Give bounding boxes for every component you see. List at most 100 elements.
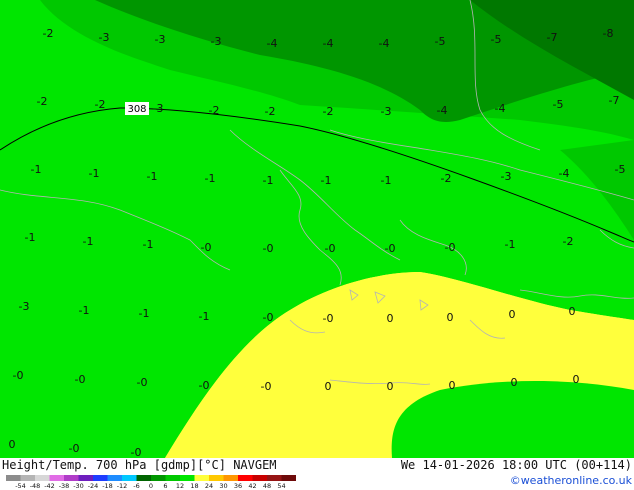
map-footer: Height/Temp. 700 hPa [gdmp][°C] NAVGEM W… — [0, 458, 634, 490]
color-scale-tick-label: -48 — [30, 482, 41, 489]
temperature-label: -0 — [137, 376, 148, 389]
color-scale-swatch — [267, 475, 282, 481]
color-scale-swatch — [223, 475, 239, 481]
temperature-label: 0 — [511, 376, 518, 389]
temperature-label: -2 — [323, 105, 334, 118]
temperature-label: -3 — [211, 35, 222, 48]
temperature-label: 0 — [9, 438, 16, 451]
color-scale-tick-label: -24 — [88, 482, 99, 489]
temperature-label: -3 — [501, 170, 512, 183]
color-scale-ticks: -54 -48 -42 -38 -30 -24 -18 -12 -6 0 6 12 18 24 30 36 42… — [15, 482, 285, 489]
color-scale-swatches — [6, 475, 296, 481]
color-scale-tick-label: 0 — [149, 482, 153, 489]
temperature-label: -0 — [131, 446, 142, 458]
temperature-label: -1 — [147, 170, 158, 183]
temperature-label: 0 — [569, 305, 576, 318]
color-scale-tick-label: 30 — [219, 482, 227, 489]
temperature-label: -7 — [547, 31, 558, 44]
temperature-label: -4 — [379, 37, 390, 50]
temperature-label: -4 — [559, 167, 570, 180]
color-scale-tick-label: -38 — [59, 482, 70, 489]
temperature-map: 308 -2 -3 -3 -3 -4 -4 -4 -5 -5 -7 -8 -2 -2 -3 -2 -2 -2 -3… — [0, 0, 634, 458]
color-scale-swatch — [20, 475, 36, 481]
weather-map-screen: 308 -2 -3 -3 -3 -4 -4 -4 -5 -5 -7 -8 -2 -2 -3 -2 -2 -2 -3… — [0, 0, 634, 490]
color-scale-tick-label: -12 — [117, 482, 128, 489]
temperature-label: -1 — [505, 238, 516, 251]
credit-link[interactable]: ©weatheronline.co.uk — [510, 474, 632, 487]
map-title: Height/Temp. 700 hPa [gdmp][°C] NAVGEM — [2, 458, 277, 472]
temperature-label: -1 — [321, 174, 332, 187]
color-scale-tick-label: 54 — [277, 482, 285, 489]
color-scale-tick-label: -54 — [15, 482, 26, 489]
color-scale-swatch — [107, 475, 123, 481]
color-scale-swatch — [136, 475, 152, 481]
color-scale-swatch — [238, 475, 253, 481]
temperature-label: -2 — [37, 95, 48, 108]
temperature-label: -0 — [325, 242, 336, 255]
color-scale-swatch — [78, 475, 94, 481]
color-scale-swatch — [35, 475, 50, 481]
temperature-label: -1 — [83, 235, 94, 248]
temperature-label: -1 — [199, 310, 210, 323]
valid-time: We 14-01-2026 18:00 UTC (00+114) — [400, 458, 632, 472]
temperature-label: -3 — [155, 33, 166, 46]
temperature-label: -7 — [609, 94, 620, 107]
color-scale-swatch — [180, 475, 195, 481]
temperature-label: -5 — [491, 33, 502, 46]
temperature-label: -2 — [95, 98, 106, 111]
temperature-label: -1 — [381, 174, 392, 187]
temperature-label: -1 — [143, 238, 154, 251]
color-scale-swatch — [165, 475, 181, 481]
temperature-label: -8 — [603, 27, 614, 40]
temperature-label: -0 — [445, 241, 456, 254]
temperature-label: -0 — [201, 241, 212, 254]
temperature-label: -1 — [79, 304, 90, 317]
temperature-label: 0 — [325, 380, 332, 393]
color-scale-swatch — [6, 475, 21, 481]
color-scale-tick-label: -30 — [73, 482, 84, 489]
temperature-label: 0 — [573, 373, 580, 386]
temperature-label: -4 — [267, 37, 278, 50]
temperature-label: -3 — [381, 105, 392, 118]
temperature-label: -0 — [199, 379, 210, 392]
color-scale-tick-label: 18 — [190, 482, 198, 489]
temperature-label: -1 — [205, 172, 216, 185]
temperature-label: -3 — [153, 102, 164, 115]
temperature-label: 0 — [449, 379, 456, 392]
color-scale-swatch — [209, 475, 224, 481]
temperature-label: -2 — [43, 27, 54, 40]
temperature-label: -5 — [435, 35, 446, 48]
color-scale-tick-label: 48 — [263, 482, 271, 489]
temperature-label: -0 — [263, 242, 274, 255]
temperature-label: 0 — [387, 380, 394, 393]
color-scale-swatch — [64, 475, 79, 481]
temperature-label: -3 — [19, 300, 30, 313]
color-scale-tick-label: 12 — [176, 482, 184, 489]
temperature-label: -2 — [563, 235, 574, 248]
temperature-label: -4 — [323, 37, 334, 50]
color-scale-swatch — [122, 475, 137, 481]
temperature-label: -1 — [263, 174, 274, 187]
color-scale-legend: -54 -48 -42 -38 -30 -24 -18 -12 -6 0 6 12 18 24 30 36 42… — [6, 475, 296, 489]
temperature-label: -0 — [385, 242, 396, 255]
temperature-label: -0 — [69, 442, 80, 455]
temperature-label: -1 — [25, 231, 36, 244]
color-scale-tick-label: -6 — [133, 482, 139, 489]
temperature-label: -3 — [99, 31, 110, 44]
temperature-label: 0 — [509, 308, 516, 321]
temperature-label: -2 — [441, 172, 452, 185]
color-scale-swatch — [194, 475, 210, 481]
temperature-label: -5 — [615, 163, 626, 176]
color-scale-tick-label: 24 — [205, 482, 213, 489]
temperature-label: -2 — [209, 104, 220, 117]
temperature-label: -0 — [263, 311, 274, 324]
temperature-label: -2 — [265, 105, 276, 118]
color-scale-swatch — [93, 475, 108, 481]
temperature-label: 0 — [387, 312, 394, 325]
temperature-label: 0 — [447, 311, 454, 324]
color-scale-tick-label: -18 — [102, 482, 113, 489]
temperature-label: -1 — [31, 163, 42, 176]
color-scale-tick-label: 42 — [248, 482, 256, 489]
color-scale-swatch — [151, 475, 166, 481]
temperature-label: -1 — [89, 167, 100, 180]
